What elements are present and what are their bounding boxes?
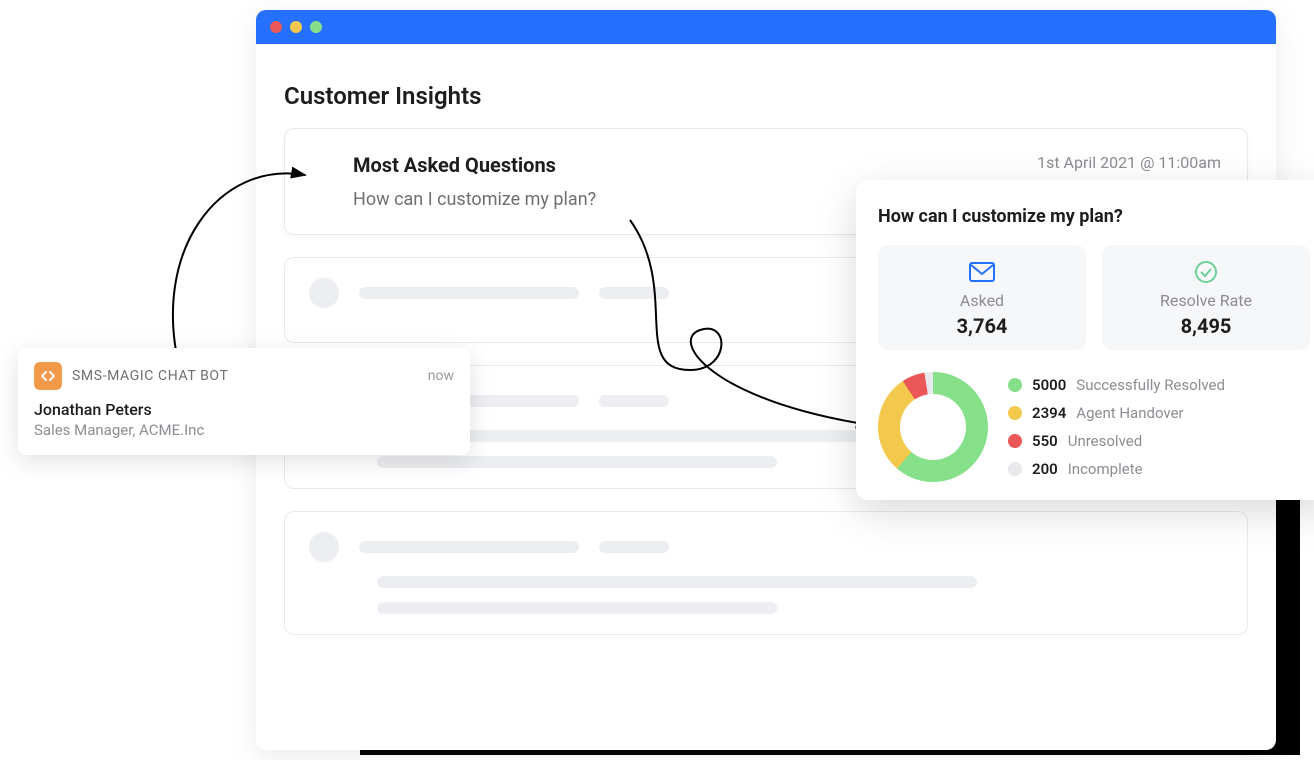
card-example-question: How can I customize my plan?: [353, 189, 596, 210]
skeleton-avatar: [309, 532, 339, 562]
legend-value: 5000: [1032, 376, 1066, 394]
skeleton-avatar: [309, 278, 339, 308]
legend-label: Unresolved: [1068, 432, 1142, 450]
card-title: Most Asked Questions: [353, 153, 596, 177]
notification-toast[interactable]: SMS-MAGIC CHAT BOT now Jonathan Peters S…: [18, 348, 470, 455]
mail-icon: [884, 259, 1080, 285]
legend-swatch: [1008, 462, 1022, 476]
legend-item: 5000 Successfully Resolved: [1008, 376, 1225, 394]
skeleton-card: [284, 511, 1248, 635]
skeleton-bar: [377, 602, 777, 614]
legend-swatch: [1008, 378, 1022, 392]
detail-title: How can I customize my plan?: [878, 206, 1310, 227]
page-title: Customer Insights: [284, 82, 1248, 110]
legend-item: 2394 Agent Handover: [1008, 404, 1225, 422]
legend-value: 200: [1032, 460, 1058, 478]
legend-swatch: [1008, 406, 1022, 420]
question-detail-popover: How can I customize my plan? Asked 3,764…: [856, 180, 1314, 500]
check-circle-icon: [1108, 259, 1304, 285]
legend-item: 200 Incomplete: [1008, 460, 1225, 478]
chart-legend: 5000 Successfully Resolved 2394 Agent Hando…: [1008, 376, 1225, 478]
toast-person-role: Sales Manager, ACME.Inc: [34, 421, 454, 439]
window-titlebar: [256, 10, 1276, 44]
skeleton-bar: [377, 456, 777, 468]
stat-label: Resolve Rate: [1108, 291, 1304, 310]
toast-time: now: [428, 368, 454, 384]
window-minimize-dot[interactable]: [290, 21, 302, 33]
resolution-donut-chart: [878, 372, 988, 482]
legend-item: 550 Unresolved: [1008, 432, 1225, 450]
toast-app-name: SMS-MAGIC CHAT BOT: [72, 368, 228, 384]
toast-person-name: Jonathan Peters: [34, 400, 454, 419]
skeleton-bar: [599, 395, 669, 407]
skeleton-bar: [599, 541, 669, 553]
stat-value: 8,495: [1108, 314, 1304, 338]
legend-label: Agent Handover: [1076, 404, 1183, 422]
legend-value: 550: [1032, 432, 1058, 450]
stat-resolve-rate[interactable]: Resolve Rate 8,495: [1102, 245, 1310, 350]
skeleton-bar: [377, 576, 977, 588]
app-icon: [34, 362, 62, 390]
skeleton-bar: [359, 287, 579, 299]
legend-label: Successfully Resolved: [1076, 376, 1225, 394]
stat-value: 3,764: [884, 314, 1080, 338]
legend-swatch: [1008, 434, 1022, 448]
legend-label: Incomplete: [1068, 460, 1143, 478]
skeleton-bar: [359, 541, 579, 553]
skeleton-bar: [599, 287, 669, 299]
window-close-dot[interactable]: [270, 21, 282, 33]
stat-asked[interactable]: Asked 3,764: [878, 245, 1086, 350]
stat-label: Asked: [884, 291, 1080, 310]
window-maximize-dot[interactable]: [310, 21, 322, 33]
legend-value: 2394: [1032, 404, 1066, 422]
card-timestamp: 1st April 2021 @ 11:00am: [1037, 153, 1221, 172]
